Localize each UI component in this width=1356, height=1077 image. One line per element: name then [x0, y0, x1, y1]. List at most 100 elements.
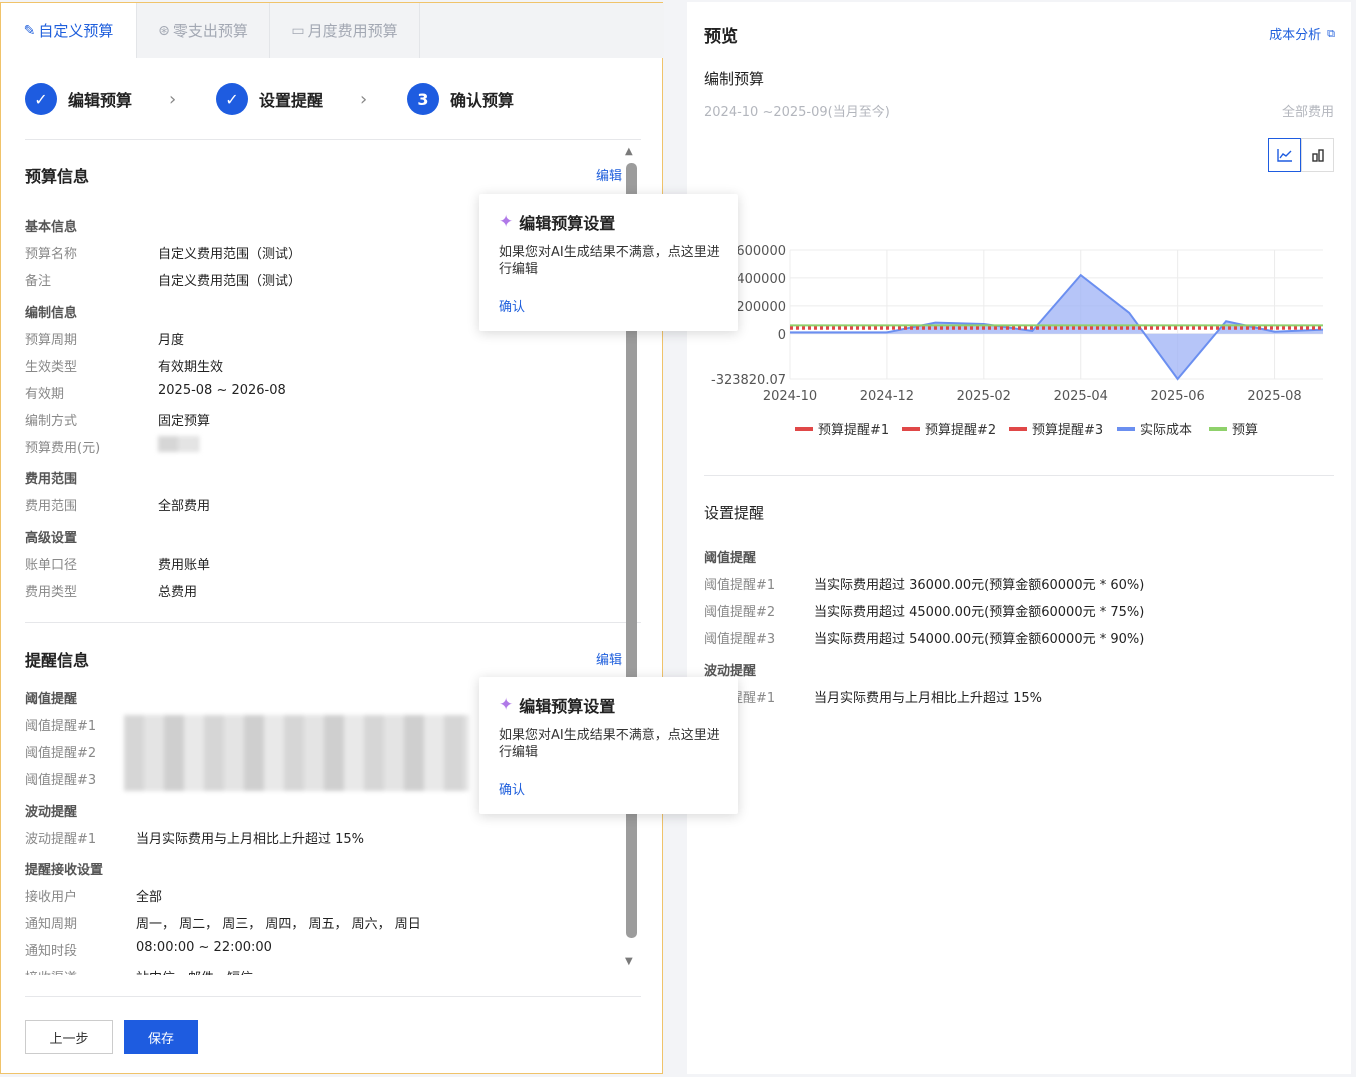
preview-threshold-1-value: 当实际费用超过 36000.00元(预算金额60000元 * 60%)	[814, 578, 1145, 593]
tab-strip: ✎ 自定义预算 ⊛ 零支出预算 ▭ 月度费用预算	[1, 3, 420, 58]
method-label: 编制方式	[25, 414, 78, 429]
alert-info-edit-link[interactable]: 编辑	[596, 649, 622, 668]
preview-threshold-3-value: 当实际费用超过 54000.00元(预算金额60000元 * 90%)	[814, 632, 1145, 647]
save-button[interactable]: 保存	[124, 1020, 198, 1054]
y-tick-label: -323820.07	[711, 373, 786, 388]
y-tick-label: 200000	[736, 300, 786, 315]
legend-label: 预算提醒#1	[818, 422, 889, 438]
scroll-down-arrow-icon[interactable]: ▼	[625, 956, 633, 967]
scope-value: 全部费用	[158, 499, 211, 514]
scroll-up-arrow-icon[interactable]: ▲	[625, 146, 633, 157]
fluct-1-value: 当月实际费用与上月相比上升超过 15%	[136, 832, 365, 847]
cost-analysis-link[interactable]: 成本分析 ⧉	[1269, 24, 1335, 44]
popover-body: 如果您对AI生成结果不满意，点这里进行编辑	[499, 245, 720, 277]
validity-label: 有效期	[25, 387, 65, 402]
preview-title: 预览	[704, 27, 738, 47]
tab-custom-budget[interactable]: ✎ 自定义预算	[1, 3, 137, 58]
preview-threshold-2-label: 阈值提醒#2	[704, 605, 776, 620]
sparkle-icon: ✦	[499, 212, 514, 232]
tab-monthly-budget[interactable]: ▭ 月度费用预算	[270, 3, 420, 58]
legend-label: 预算	[1232, 423, 1258, 438]
budget-preview-chart: 6000004000002000000-323820.07 2024-10 202…	[711, 244, 1324, 438]
budget-name-label: 预算名称	[25, 247, 78, 262]
popover-title: ✦ 编辑预算设置	[499, 210, 615, 234]
threshold-1-label: 阈值提醒#1	[25, 719, 97, 734]
ai-edit-popover-budget: ✦ 编辑预算设置 如果您对AI生成结果不满意，点这里进行编辑 确认	[479, 194, 738, 331]
y-tick-label: 400000	[736, 272, 786, 287]
preview-fluct-1-value: 当月实际费用与上月相比上升超过 15%	[814, 691, 1043, 706]
receiver-group: 提醒接收设置	[25, 863, 104, 878]
x-tick-label: 2025-06	[1150, 389, 1204, 404]
sparkle-icon: ✦	[499, 695, 514, 715]
compile-info-group: 编制信息	[25, 306, 78, 321]
notify-time-label: 通知时段	[25, 944, 78, 959]
threshold-2-label: 阈值提醒#2	[25, 746, 97, 761]
step-label: 设置提醒	[259, 91, 324, 110]
check-icon: ✓	[25, 83, 57, 115]
preview-divider	[704, 475, 1334, 476]
notify-cycle-label: 通知周期	[25, 917, 78, 932]
ai-edit-popover-alert: ✦ 编辑预算设置 如果您对AI生成结果不满意，点这里进行编辑 确认	[479, 677, 738, 814]
step-confirm-budget: 3 确认预算	[407, 83, 514, 115]
yen-circle-icon: ⊛	[158, 22, 170, 39]
x-axis-ticks: 2024-10 2024-12 2025-02 2025-04 2025-06 2025-…	[763, 389, 1302, 404]
preview-subtitle: 编制预算	[704, 70, 765, 88]
section-divider	[25, 622, 641, 623]
bill-basis-label: 账单口径	[25, 558, 78, 573]
receiver-users-label: 接收用户	[25, 890, 78, 905]
x-tick-label: 2024-12	[860, 389, 914, 404]
effect-type-value: 有效期生效	[158, 360, 224, 375]
budget-amount-label: 预算费用(元)	[25, 441, 101, 456]
popover-title: ✦ 编辑预算设置	[499, 693, 615, 717]
method-value: 固定预算	[158, 414, 211, 429]
tab-zero-spend-budget[interactable]: ⊛ 零支出预算	[137, 3, 270, 58]
popover-title-text: 编辑预算设置	[519, 697, 616, 716]
popover-confirm-link[interactable]: 确认	[499, 779, 525, 798]
budget-info-edit-link[interactable]: 编辑	[596, 165, 622, 184]
preview-alert-title: 设置提醒	[704, 504, 765, 522]
bar-chart-icon[interactable]	[1301, 138, 1334, 172]
tab-label: 月度费用预算	[307, 22, 398, 40]
note-label: 备注	[25, 274, 52, 289]
budget-info-title: 预算信息	[25, 167, 90, 186]
popover-confirm-link[interactable]: 确认	[499, 296, 525, 315]
channel-value: 站内信、邮件、短信	[136, 967, 253, 975]
fluct-1-label: 波动提醒#1	[25, 832, 97, 847]
alert-info-title: 提醒信息	[25, 651, 90, 670]
chevron-right-icon: ›	[169, 89, 177, 110]
budget-name-value: 自定义费用范围（测试）	[158, 247, 302, 262]
basic-info-group: 基本信息	[25, 220, 78, 235]
check-icon: ✓	[216, 83, 248, 115]
cost-type-value: 总费用	[158, 585, 198, 600]
prev-step-button[interactable]: 上一步	[25, 1020, 113, 1054]
legend-label: 预算提醒#2	[925, 422, 996, 438]
y-tick-label: 600000	[736, 244, 786, 259]
tab-label: 零支出预算	[172, 22, 248, 40]
footer-divider	[25, 996, 641, 997]
chevron-right-icon: ›	[360, 89, 368, 110]
preview-threshold-group: 阈值提醒	[704, 551, 757, 566]
note-value: 自定义费用范围（测试）	[158, 274, 302, 289]
preview-scope: 全部费用	[1281, 105, 1334, 120]
preview-threshold-2-value: 当实际费用超过 45000.00元(预算金额60000元 * 75%)	[814, 605, 1145, 620]
notify-cycle-value: 周一， 周二， 周三， 周四， 周五， 周六， 周日	[136, 917, 421, 932]
step-edit-budget: ✓ 编辑预算	[25, 83, 132, 115]
line-chart-icon[interactable]	[1268, 138, 1301, 172]
popover-title-text: 编辑预算设置	[519, 214, 616, 233]
x-tick-label: 2025-02	[957, 389, 1011, 404]
effect-type-label: 生效类型	[25, 360, 78, 375]
step-label: 编辑预算	[68, 91, 133, 110]
legend-label: 预算提醒#3	[1032, 422, 1103, 438]
scope-label: 费用范围	[25, 499, 78, 514]
threshold-group: 阈值提醒	[25, 692, 78, 707]
chart-type-toggle	[1268, 138, 1334, 172]
cost-analysis-link-text: 成本分析	[1269, 28, 1322, 43]
receiver-users-value: 全部	[136, 890, 163, 905]
period-label: 预算周期	[25, 333, 78, 348]
stepper: ✓ 编辑预算 › ✓ 设置提醒 › 3 确认预算	[25, 83, 641, 119]
fluct-group: 波动提醒	[25, 805, 78, 820]
external-link-icon: ⧉	[1327, 26, 1335, 40]
popover-body: 如果您对AI生成结果不满意，点这里进行编辑	[499, 728, 720, 760]
x-tick-label: 2025-04	[1054, 389, 1108, 404]
tab-label: 自定义预算	[38, 22, 114, 40]
